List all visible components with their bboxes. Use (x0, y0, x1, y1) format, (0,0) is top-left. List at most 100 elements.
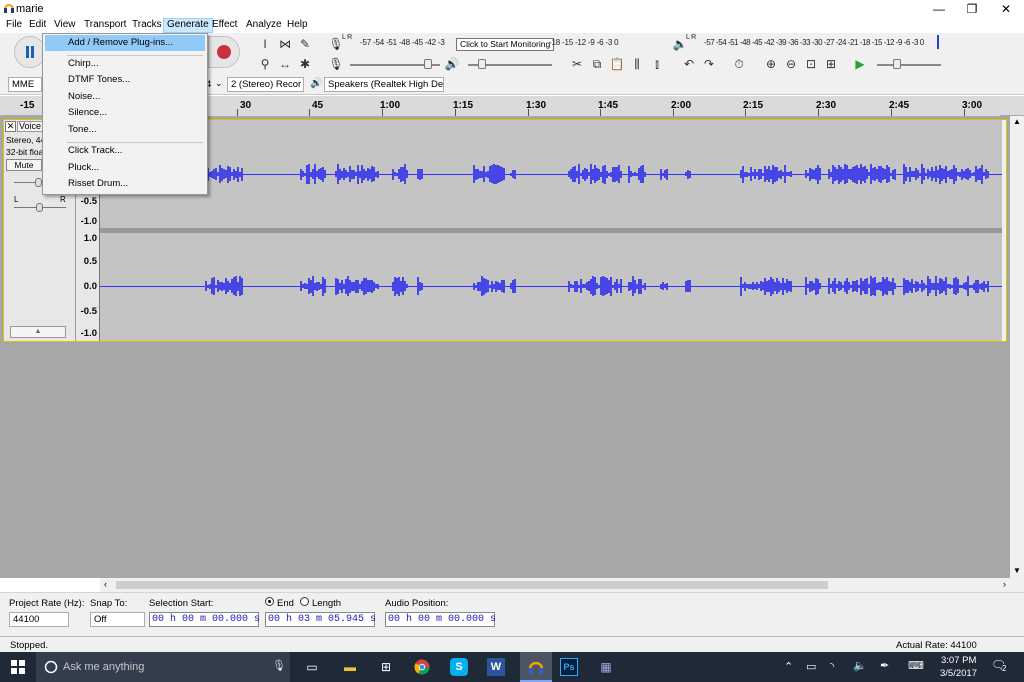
pen-icon[interactable]: ✒ (880, 659, 889, 672)
scroll-left-icon[interactable]: ‹ (104, 579, 107, 589)
clock-time[interactable]: 3:07 PM (941, 655, 976, 666)
menu-item-risset-drum[interactable]: Risset Drum... (45, 176, 205, 192)
copy-icon[interactable]: ⧉ (588, 55, 606, 73)
selection-start-field[interactable]: 00 h 00 m 00.000 s (149, 612, 260, 627)
record-button[interactable] (208, 36, 240, 68)
audio-host-select[interactable]: MME (8, 77, 42, 92)
chevron-down-icon[interactable]: ⌄ (215, 78, 223, 89)
project-rate-select[interactable]: 44100 (9, 612, 69, 627)
menu-item-chirp[interactable]: Chirp... (45, 56, 205, 72)
scroll-up-icon[interactable]: ▲ (1013, 117, 1021, 126)
maximize-icon[interactable]: ❐ (955, 0, 989, 18)
selection-tool-icon[interactable]: I (256, 35, 274, 53)
multi-tool-icon[interactable]: ✱ (296, 55, 314, 73)
audio-position-field[interactable]: 00 h 00 m 00.000 s (385, 612, 496, 627)
menu-help[interactable]: Help (284, 18, 311, 33)
chrome-icon[interactable] (414, 659, 430, 675)
trim-icon[interactable]: ⫼ (628, 55, 646, 73)
gain-knob[interactable] (35, 178, 42, 187)
menu-generate[interactable]: Generate (163, 18, 213, 33)
menu-tracks[interactable]: Tracks (129, 18, 165, 33)
zoom-in-icon[interactable]: ⊕ (762, 55, 780, 73)
task-view-icon[interactable]: ▭ (299, 655, 325, 679)
horizontal-scrollbar[interactable]: ‹ › (100, 578, 1024, 592)
menu-item-tone[interactable]: Tone... (45, 122, 205, 138)
zoom-tool-icon[interactable]: ⚲ (256, 55, 274, 73)
play-speed-slider[interactable] (877, 64, 941, 66)
windows-start-icon[interactable] (11, 660, 25, 674)
clock-date[interactable]: 3/5/2017 (940, 668, 977, 679)
play-at-speed-icon[interactable]: ▶ (851, 55, 869, 73)
mic-volume-icon: 🎙 (328, 57, 344, 71)
minimize-icon[interactable]: — (922, 0, 956, 18)
input-channels-select[interactable]: 2 (Stereo) Recor (227, 77, 304, 92)
length-radio[interactable] (300, 597, 309, 606)
ruler-label: 1:15 (453, 100, 474, 111)
silence-icon[interactable]: ⫾ (648, 55, 666, 73)
play-speed-knob[interactable] (893, 59, 901, 69)
envelope-tool-icon[interactable]: ⋈ (276, 35, 294, 53)
snap-to-select[interactable]: Off (90, 612, 145, 627)
audacity-taskbar-button[interactable] (520, 652, 552, 682)
undo-icon[interactable]: ↶ (680, 55, 698, 73)
output-device-select[interactable]: Speakers (Realtek High De (324, 77, 444, 92)
microphone-icon[interactable]: 🎙 (272, 659, 286, 672)
track-name-button[interactable]: Voice (17, 121, 45, 132)
menu-item-dtmf-tones[interactable]: DTMF Tones... (45, 72, 205, 88)
volume-icon[interactable]: 🔈 (853, 659, 867, 672)
waveform-channel-left[interactable] (100, 120, 1002, 228)
menu-transport[interactable]: Transport (81, 18, 129, 33)
menu-view[interactable]: View (51, 18, 79, 33)
cut-icon[interactable]: ✂ (568, 55, 586, 73)
scroll-right-icon[interactable]: › (1003, 579, 1006, 589)
record-meter-scale-tail[interactable]: -18 -15 -12 -9 -6 -3 0 (549, 38, 619, 47)
record-meter-scale[interactable]: -57 -54 -51 -48 -45 -42 -3 (360, 38, 445, 47)
paste-icon[interactable]: 📋 (608, 55, 626, 73)
menu-effect[interactable]: Effect (209, 18, 240, 33)
skype-icon[interactable]: S (450, 658, 468, 676)
redo-icon[interactable]: ↷ (700, 55, 718, 73)
menu-edit[interactable]: Edit (26, 18, 49, 33)
menu-file[interactable]: File (3, 18, 25, 33)
selection-end-field[interactable]: 00 h 03 m 05.945 s (265, 612, 376, 627)
wifi-icon[interactable]: ◝ (830, 660, 834, 673)
track-close-button[interactable]: ✕ (5, 121, 16, 132)
store-icon[interactable]: ⊞ (373, 655, 399, 679)
zoom-out-icon[interactable]: ⊖ (782, 55, 800, 73)
vertical-scrollbar[interactable]: ▲ ▼ (1010, 116, 1024, 578)
menu-analyze[interactable]: Analyze (243, 18, 285, 33)
playback-meter-scale[interactable]: -57 -54 -51 -48 -45 -42 -39 -36 -33 -30 … (704, 38, 924, 47)
ruler-scale[interactable]: 30 45 1:00 1:15 1:30 1:45 2:00 2:15 2:30… (96, 96, 1000, 116)
playback-volume-knob[interactable] (478, 59, 486, 69)
app-icon[interactable]: ▦ (593, 655, 619, 679)
fit-project-icon[interactable]: ⊞ (822, 55, 840, 73)
menu-item-silence[interactable]: Silence... (45, 105, 205, 121)
draw-tool-icon[interactable]: ✎ (296, 35, 314, 53)
recording-volume-knob[interactable] (424, 59, 432, 69)
end-radio[interactable] (265, 597, 274, 606)
pan-knob[interactable] (36, 203, 43, 212)
close-icon[interactable]: ✕ (989, 0, 1023, 18)
fit-selection-icon[interactable]: ⊡ (802, 55, 820, 73)
mute-button[interactable]: Mute (6, 159, 42, 171)
scroll-down-icon[interactable]: ▼ (1013, 566, 1021, 575)
waveform-sample (819, 283, 821, 289)
menu-item-add-remove-plugins[interactable]: Add / Remove Plug-ins... (45, 35, 205, 51)
battery-icon[interactable]: ▭ (806, 660, 816, 673)
horizontal-scroll-thumb[interactable] (116, 581, 828, 589)
tray-chevron-up-icon[interactable]: ⌃ (784, 660, 793, 673)
file-explorer-icon[interactable]: ▬ (337, 655, 363, 679)
photoshop-icon[interactable]: Ps (560, 658, 578, 676)
waveform-area[interactable] (100, 120, 1002, 341)
timeshift-tool-icon[interactable]: ↔ (276, 55, 294, 73)
menu-item-click-track[interactable]: Click Track... (45, 143, 205, 159)
menu-item-pluck[interactable]: Pluck... (45, 160, 205, 176)
waveform-channel-right[interactable] (100, 233, 1002, 341)
keyboard-icon[interactable]: ⌨ (908, 659, 924, 672)
cortana-search-box[interactable]: Ask me anything 🎙 (36, 652, 290, 682)
sync-lock-icon[interactable]: ⏱ (730, 55, 748, 73)
collapse-track-button[interactable]: ▲ (10, 326, 66, 338)
menu-item-noise[interactable]: Noise... (45, 89, 205, 105)
word-icon[interactable]: W (487, 658, 505, 676)
title-bar: marie — ❐ ✕ (0, 0, 1024, 18)
